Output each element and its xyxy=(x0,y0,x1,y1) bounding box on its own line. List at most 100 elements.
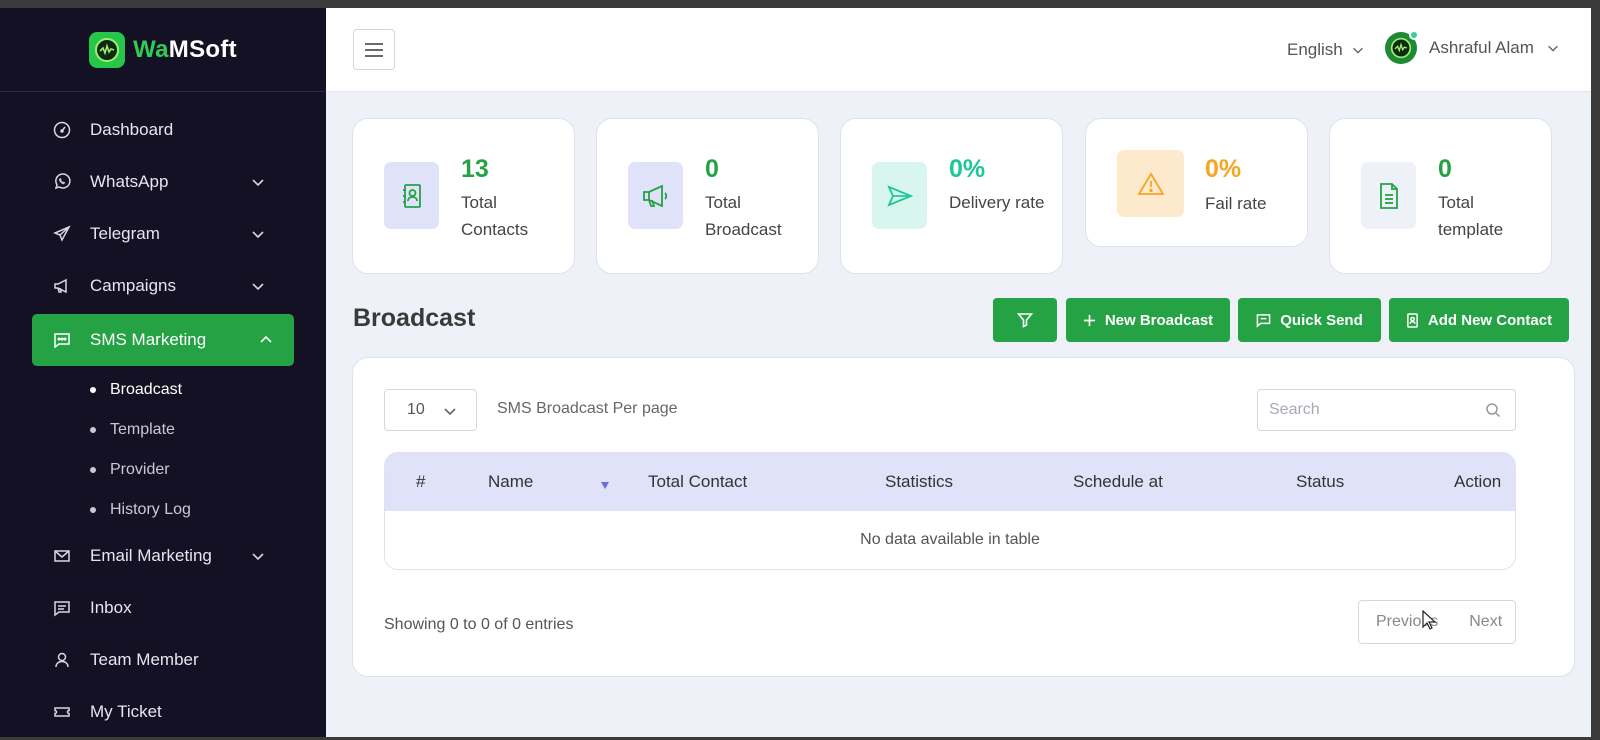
sidebar-item-label: My Ticket xyxy=(90,702,162,721)
search-icon[interactable] xyxy=(1485,402,1501,418)
broadcast-table-panel: 10 SMS Broadcast Per page # Name Total C… xyxy=(352,357,1575,677)
column-header-index[interactable]: # xyxy=(416,472,425,492)
window-top-bar xyxy=(0,0,1600,8)
entries-info: Showing 0 to 0 of 0 entries xyxy=(384,616,574,633)
column-header-action[interactable]: Action xyxy=(1454,472,1501,492)
sidebar-item-label: Campaigns xyxy=(90,276,176,295)
stat-value: 0% xyxy=(1205,155,1242,183)
logo[interactable]: WaMSoft xyxy=(0,8,326,92)
sort-desc-icon xyxy=(601,482,609,489)
megaphone-icon xyxy=(628,162,683,229)
sidebar-item-whatsapp[interactable]: WhatsApp xyxy=(0,156,326,208)
sidebar-item-sms-marketing[interactable]: SMS Marketing xyxy=(32,314,294,366)
hamburger-icon xyxy=(365,42,383,57)
stat-card-total-template: 0 Total template xyxy=(1329,118,1552,274)
sidebar-item-campaigns[interactable]: Campaigns xyxy=(0,260,326,312)
quick-send-button[interactable]: Quick Send xyxy=(1238,298,1381,342)
column-header-statistics[interactable]: Statistics xyxy=(885,472,953,492)
sidebar-item-telegram[interactable]: Telegram xyxy=(0,208,326,260)
submenu-item-history-log[interactable]: History Log xyxy=(90,490,326,530)
bullet-icon xyxy=(90,427,96,433)
per-page-select[interactable]: 10 xyxy=(384,389,477,431)
table-header: # Name Total Contact Statistics Schedule… xyxy=(385,453,1515,511)
user-icon xyxy=(52,650,72,670)
sidebar-item-label: Email Marketing xyxy=(90,546,212,565)
whatsapp-icon xyxy=(52,172,72,192)
submenu-label: Template xyxy=(110,421,175,438)
logo-icon xyxy=(89,31,126,68)
sidebar: WaMSoft Dashboard WhatsApp Telegram Camp… xyxy=(0,8,326,737)
sidebar-item-my-ticket[interactable]: My Ticket xyxy=(0,686,326,738)
avatar xyxy=(1385,30,1419,64)
contact-book-icon xyxy=(1407,312,1418,328)
column-header-total-contact[interactable]: Total Contact xyxy=(648,472,747,492)
column-header-schedule-at[interactable]: Schedule at xyxy=(1073,472,1163,492)
submenu-item-broadcast[interactable]: Broadcast xyxy=(90,370,326,410)
message-icon xyxy=(52,330,72,350)
button-label: New Broadcast xyxy=(1104,311,1214,329)
column-header-status[interactable]: Status xyxy=(1296,472,1344,492)
stat-card-delivery-rate: 0% Delivery rate xyxy=(840,118,1063,274)
sidebar-item-team-member[interactable]: Team Member xyxy=(0,634,326,686)
chevron-down-icon xyxy=(252,553,264,561)
per-page-label: SMS Broadcast Per page xyxy=(497,400,678,417)
sidebar-item-email-marketing[interactable]: Email Marketing xyxy=(0,530,326,582)
mail-icon xyxy=(52,546,72,566)
mouse-cursor-icon xyxy=(1422,610,1436,630)
submenu-label: Broadcast xyxy=(110,381,183,398)
stat-label: Delivery rate xyxy=(949,193,1045,212)
menu-toggle-button[interactable] xyxy=(353,29,395,70)
chevron-down-icon xyxy=(444,408,456,416)
top-header: English Ashraful Alam xyxy=(326,8,1591,92)
stat-card-total-broadcast: 0 Total Broadcast xyxy=(596,118,819,274)
sidebar-item-label: Telegram xyxy=(90,224,160,243)
stat-card-total-contacts: 13 Total Contacts xyxy=(352,118,575,274)
stat-card-fail-rate: 0% Fail rate xyxy=(1085,118,1308,247)
bullet-icon xyxy=(90,387,96,393)
stat-label: Fail rate xyxy=(1205,194,1267,213)
language-selector[interactable]: English xyxy=(1287,40,1365,60)
gauge-icon xyxy=(52,120,72,140)
sidebar-item-dashboard[interactable]: Dashboard xyxy=(0,104,326,156)
search-field[interactable] xyxy=(1257,389,1516,431)
user-name: Ashraful Alam xyxy=(1429,38,1534,57)
megaphone-icon xyxy=(52,276,72,296)
sidebar-item-inbox[interactable]: Inbox xyxy=(0,582,326,634)
sms-submenu: Broadcast Template Provider History Log xyxy=(0,370,326,530)
sidebar-item-label: Dashboard xyxy=(90,120,174,139)
filter-button[interactable] xyxy=(993,298,1057,342)
language-label: English xyxy=(1287,40,1343,59)
submenu-item-provider[interactable]: Provider xyxy=(90,450,326,490)
stat-label: Total Contacts xyxy=(461,193,529,239)
ticket-icon xyxy=(52,702,72,722)
window-right-edge xyxy=(1591,0,1600,740)
plus-icon xyxy=(1083,314,1095,326)
sidebar-item-label: SMS Marketing xyxy=(90,330,207,349)
chevron-up-icon xyxy=(260,335,272,343)
document-icon xyxy=(1361,162,1416,229)
column-header-name[interactable]: Name xyxy=(488,472,533,492)
sidebar-item-label: WhatsApp xyxy=(90,172,169,191)
stats-row: 13 Total Contacts 0 Total Broadcast 0% D… xyxy=(352,118,1575,274)
warning-icon xyxy=(1117,150,1184,217)
chevron-down-icon xyxy=(252,283,264,291)
stat-label: Total template xyxy=(1438,193,1504,239)
sidebar-item-label: Team Member xyxy=(90,650,199,669)
search-input[interactable] xyxy=(1269,390,1479,430)
next-page-button[interactable]: Next xyxy=(1469,613,1502,631)
new-broadcast-button[interactable]: New Broadcast xyxy=(1066,298,1230,342)
sidebar-item-label: Inbox xyxy=(90,598,132,617)
main-content: English Ashraful Alam 13 Total Contacts … xyxy=(326,8,1591,737)
add-new-contact-button[interactable]: Add New Contact xyxy=(1389,298,1569,342)
message-icon xyxy=(1256,313,1271,328)
contacts-icon xyxy=(384,162,439,229)
user-menu[interactable]: Ashraful Alam xyxy=(1385,30,1560,64)
submenu-label: Provider xyxy=(110,461,170,478)
telegram-icon xyxy=(52,224,72,244)
bullet-icon xyxy=(90,507,96,513)
chevron-down-icon xyxy=(1352,47,1363,54)
submenu-item-template[interactable]: Template xyxy=(90,410,326,450)
chevron-down-icon xyxy=(1548,45,1558,52)
chevron-down-icon xyxy=(252,179,264,187)
broadcast-table: # Name Total Contact Statistics Schedule… xyxy=(384,452,1516,570)
